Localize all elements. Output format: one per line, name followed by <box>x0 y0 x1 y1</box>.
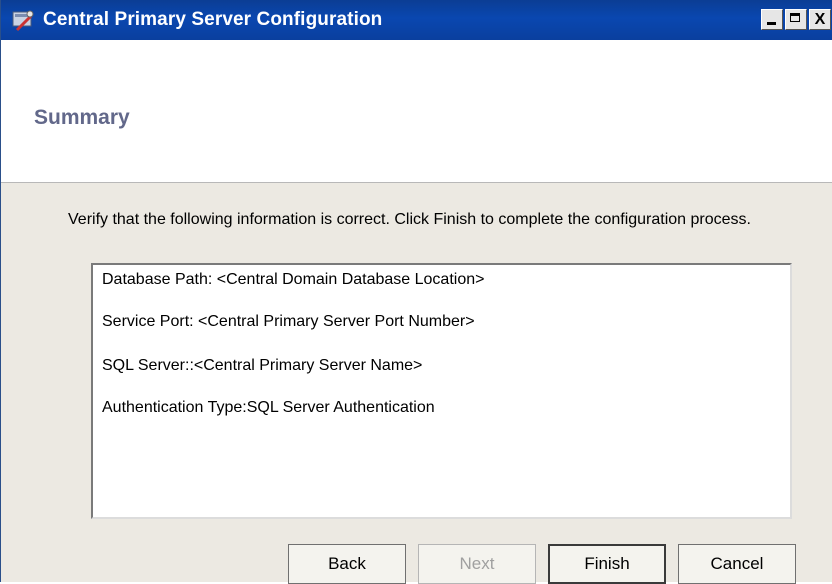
wizard-header: Summary <box>1 40 832 183</box>
summary-line-authentication-type: Authentication Type:SQL Server Authentic… <box>102 399 435 416</box>
minimize-button[interactable] <box>761 9 783 30</box>
back-button[interactable]: Back <box>288 544 406 584</box>
instruction-text: Verify that the following information is… <box>68 211 751 228</box>
title-bar[interactable]: Central Primary Server Configuration X <box>1 0 832 40</box>
summary-textbox[interactable]: Database Path: <Central Domain Database … <box>91 263 792 519</box>
maximize-button[interactable] <box>785 9 807 30</box>
wizard-buttons: Back Next Finish Cancel <box>288 544 796 584</box>
summary-line-sql-server: SQL Server::<Central Primary Server Name… <box>102 357 423 374</box>
cancel-button[interactable]: Cancel <box>678 544 796 584</box>
page-title: Summary <box>34 106 130 129</box>
window-controls: X <box>761 9 831 30</box>
wizard-content: Verify that the following information is… <box>1 183 832 584</box>
window-title: Central Primary Server Configuration <box>43 9 383 30</box>
server-config-icon <box>12 10 34 32</box>
close-button[interactable]: X <box>809 9 831 30</box>
finish-button[interactable]: Finish <box>548 544 666 584</box>
configuration-window: Central Primary Server Configuration X S… <box>0 0 832 584</box>
next-button[interactable]: Next <box>418 544 536 584</box>
summary-line-service-port: Service Port: <Central Primary Server Po… <box>102 313 475 330</box>
summary-line-database-path: Database Path: <Central Domain Database … <box>102 271 485 288</box>
